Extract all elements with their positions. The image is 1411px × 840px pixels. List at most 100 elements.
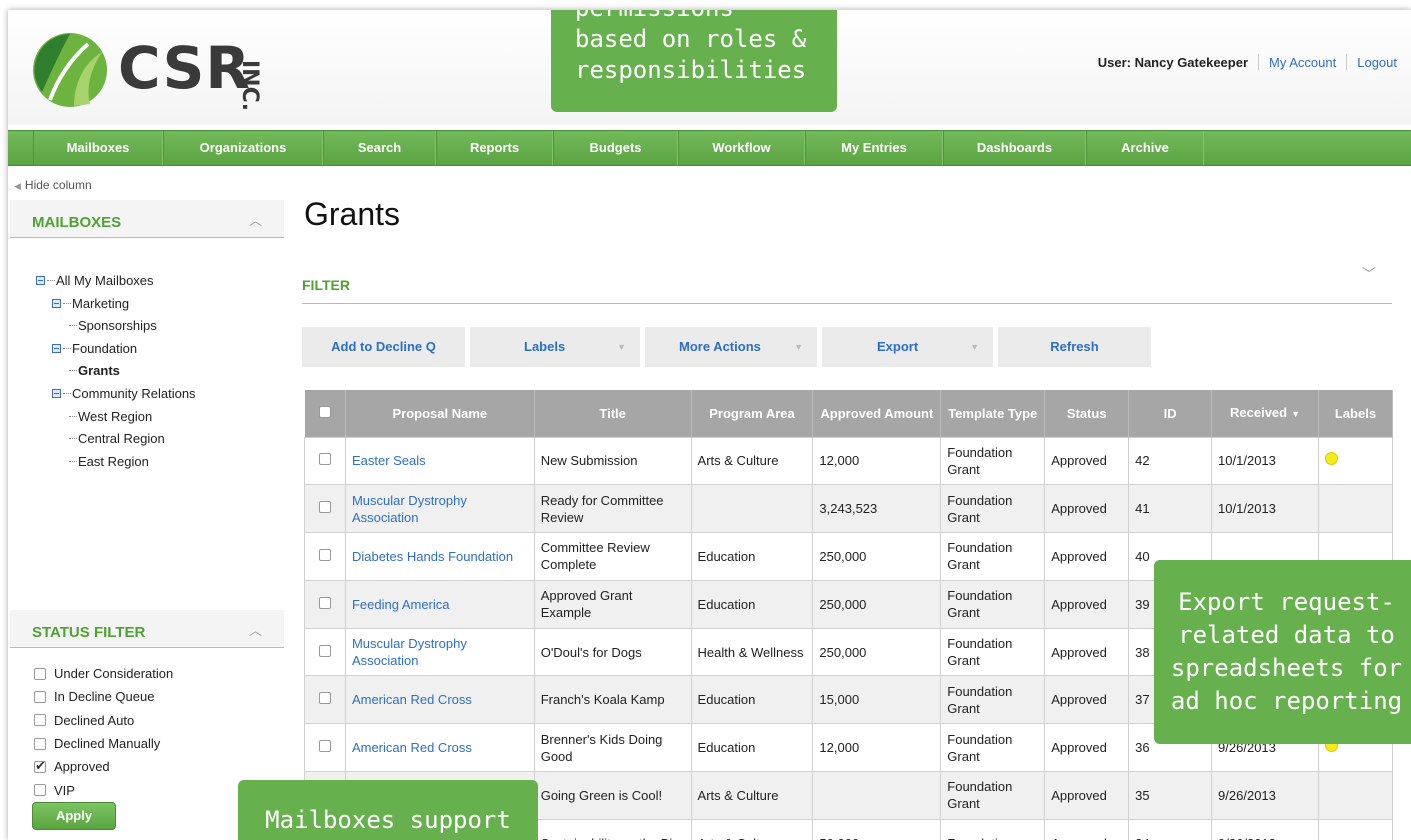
chevron-down-icon[interactable]: ﹀: [1362, 264, 1376, 284]
status-label: VIP: [54, 782, 75, 798]
row-checkbox[interactable]: [304, 579, 346, 629]
labels-button[interactable]: Labels ▼: [470, 327, 640, 367]
tree-item-all[interactable]: All My Mailboxes: [36, 270, 196, 293]
row-checkbox[interactable]: [304, 627, 346, 677]
leaf-logo-icon: [33, 33, 107, 107]
table-header-row: Proposal Name Title Program Area Approve…: [304, 390, 1394, 437]
collapse-box-icon[interactable]: [36, 276, 45, 285]
status-option[interactable]: VIP: [34, 778, 173, 801]
tree-item-east[interactable]: East Region: [36, 451, 196, 474]
tree-item-grants[interactable]: Grants: [36, 360, 196, 383]
proposal-name-link[interactable]: Feeding America: [344, 579, 535, 629]
checkbox[interactable]: [34, 690, 46, 703]
table-row[interactable]: Muscular Dystrophy Association Ready for …: [304, 484, 1394, 534]
amount-cell: 50,000: [812, 818, 942, 840]
checkbox[interactable]: [34, 784, 46, 797]
nav-dashboards[interactable]: Dashboards: [943, 131, 1086, 165]
template-type-cell: Foundation Grant: [940, 532, 1046, 581]
hide-column-toggle[interactable]: ◀ Hide column: [14, 178, 92, 192]
col-proposal-name[interactable]: Proposal Name: [345, 390, 535, 437]
status-filter-header[interactable]: STATUS FILTER ︿: [10, 610, 284, 648]
status-option[interactable]: Declined Auto: [34, 709, 173, 732]
table-row[interactable]: Easter Seals New Submission Arts & Culture…: [304, 436, 1394, 486]
nav-archive[interactable]: Archive: [1086, 131, 1204, 165]
status-option[interactable]: Declined Manually: [34, 732, 173, 755]
row-checkbox[interactable]: [304, 436, 346, 486]
nav-reports[interactable]: Reports: [436, 131, 553, 165]
nav-organizations[interactable]: Organizations: [163, 131, 323, 165]
mailboxes-header[interactable]: MAILBOXES ︿: [10, 200, 284, 238]
nav-my-entries[interactable]: My Entries: [805, 131, 943, 165]
col-received[interactable]: Received ▼: [1211, 390, 1319, 437]
checkbox[interactable]: [318, 692, 331, 705]
tree-item-west[interactable]: West Region: [36, 406, 196, 429]
filter-title: FILTER: [302, 277, 350, 293]
checkbox[interactable]: [318, 501, 331, 514]
row-checkbox[interactable]: [304, 484, 346, 534]
mailboxes-title: MAILBOXES: [32, 214, 122, 231]
refresh-button[interactable]: Refresh: [998, 327, 1151, 367]
template-type-cell: Foundation Grant: [940, 627, 1046, 677]
program-area-cell: [690, 484, 814, 534]
add-to-decline-button[interactable]: Add to Decline Q: [302, 327, 465, 367]
tree-item-foundation[interactable]: Foundation: [36, 338, 196, 361]
checkbox[interactable]: [34, 737, 46, 750]
checkbox[interactable]: [34, 667, 46, 680]
status-option[interactable]: Approved: [34, 755, 173, 778]
col-title[interactable]: Title: [534, 390, 692, 437]
my-account-link[interactable]: My Account: [1269, 55, 1336, 70]
proposal-name-link[interactable]: American Red Cross: [344, 723, 535, 773]
status-label: Declined Auto: [54, 712, 135, 728]
proposal-name-link[interactable]: Muscular Dystrophy Association: [344, 484, 535, 534]
col-program-area[interactable]: Program Area: [691, 390, 814, 437]
col-id[interactable]: ID: [1128, 390, 1213, 437]
labels-cell: [1317, 484, 1394, 534]
nav-mailboxes[interactable]: Mailboxes: [33, 131, 163, 165]
col-template-type[interactable]: Template Type: [940, 390, 1046, 437]
filter-header[interactable]: FILTER ﹀: [302, 266, 1392, 304]
checkbox[interactable]: [318, 596, 331, 609]
title-cell: Franch's Koala Kamp: [533, 675, 692, 725]
collapse-icon[interactable]: ︿: [249, 210, 262, 229]
collapse-box-icon[interactable]: [52, 343, 61, 353]
apply-button[interactable]: Apply: [32, 802, 116, 830]
status-cell: Approved: [1044, 723, 1130, 773]
tree-item-central[interactable]: Central Region: [36, 428, 196, 451]
col-status[interactable]: Status: [1044, 390, 1130, 437]
export-button[interactable]: Export ▼: [822, 327, 993, 367]
title-cell: Going Green is Cool!: [533, 771, 692, 820]
row-checkbox[interactable]: [304, 675, 346, 725]
checkbox[interactable]: [318, 740, 331, 753]
proposal-name-link[interactable]: Muscular Dystrophy Association: [344, 627, 535, 677]
status-option[interactable]: Under Consideration: [34, 662, 173, 685]
select-all-header[interactable]: [304, 390, 346, 437]
checkbox-checked[interactable]: [34, 758, 46, 774]
checkbox[interactable]: [318, 644, 331, 657]
csr-logo[interactable]: CSR INC.: [30, 30, 290, 111]
row-checkbox[interactable]: [304, 532, 346, 581]
col-labels[interactable]: Labels: [1318, 390, 1394, 437]
status-option[interactable]: In Decline Queue: [34, 685, 173, 708]
logout-link[interactable]: Logout: [1357, 55, 1397, 70]
nav-search[interactable]: Search: [323, 131, 436, 165]
proposal-name-link[interactable]: Diabetes Hands Foundation: [344, 532, 535, 581]
tree-item-marketing[interactable]: Marketing: [36, 293, 196, 316]
proposal-name-link[interactable]: American Red Cross: [344, 675, 535, 725]
collapse-box-icon[interactable]: [52, 298, 61, 308]
col-approved-amount[interactable]: Approved Amount: [812, 390, 942, 437]
select-all-checkbox[interactable]: [318, 405, 331, 418]
tree-item-sponsorships[interactable]: Sponsorships: [36, 315, 196, 338]
nav-workflow[interactable]: Workflow: [678, 131, 805, 165]
checkbox[interactable]: [318, 453, 331, 466]
more-actions-button[interactable]: More Actions ▼: [645, 327, 817, 367]
tree-item-community[interactable]: Community Relations: [36, 383, 196, 406]
program-area-cell: Arts & Culture: [690, 771, 814, 820]
checkbox[interactable]: [318, 548, 331, 561]
proposal-name-link[interactable]: Easter Seals: [344, 436, 535, 486]
collapse-icon[interactable]: ︿: [249, 620, 262, 639]
collapse-box-icon[interactable]: [52, 388, 61, 398]
checkbox[interactable]: [34, 714, 46, 727]
action-toolbar: Add to Decline Q Labels ▼ More Actions ▼ E…: [302, 327, 1156, 367]
row-checkbox[interactable]: [304, 723, 346, 773]
nav-budgets[interactable]: Budgets: [553, 131, 678, 165]
